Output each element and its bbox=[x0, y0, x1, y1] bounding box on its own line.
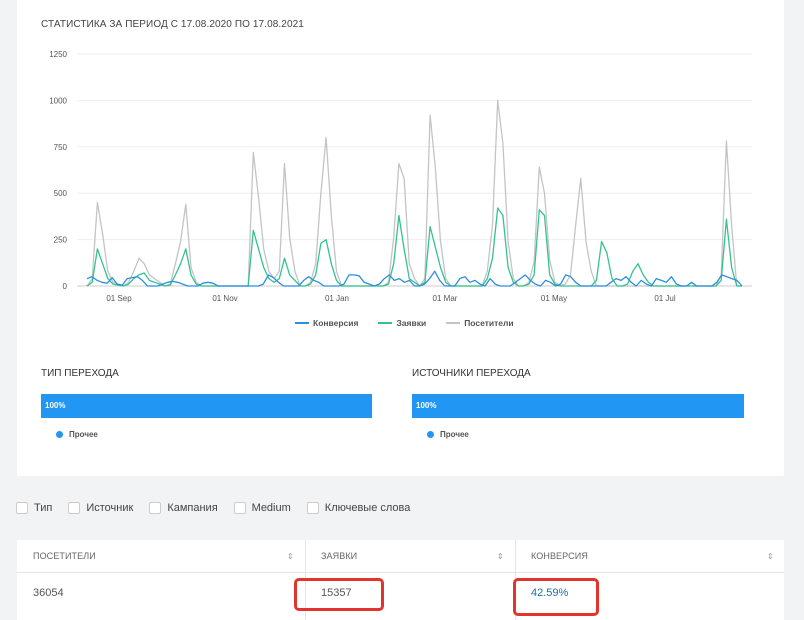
checkbox[interactable] bbox=[233, 502, 246, 514]
x-tick-label: 01 Jan bbox=[325, 294, 349, 303]
series-line-1 bbox=[86, 207, 742, 287]
filter-campaign[interactable]: Кампания bbox=[149, 502, 218, 514]
checkbox[interactable] bbox=[306, 502, 319, 514]
legend-dot-icon bbox=[427, 431, 434, 438]
x-tick-label: 01 Nov bbox=[212, 294, 237, 303]
filter-label: Medium bbox=[251, 502, 291, 514]
x-tick-label: 01 Jul bbox=[654, 294, 676, 303]
header-visitors[interactable]: ПОСЕТИТЕЛИ bbox=[17, 540, 305, 573]
header-label: ЗАЯВКИ bbox=[321, 551, 358, 561]
filter-label: Кампания bbox=[167, 502, 218, 514]
filter-checkboxes: Тип Источник Кампания Medium Ключевые сл… bbox=[16, 502, 410, 514]
filter-label: Источник bbox=[86, 502, 134, 514]
filter-medium[interactable]: Medium bbox=[233, 502, 291, 514]
header-requests[interactable]: ЗАЯВКИ bbox=[305, 540, 515, 573]
y-tick-label: 0 bbox=[63, 282, 68, 291]
y-tick-label: 500 bbox=[54, 189, 68, 198]
chart-legend: Конверсия Заявки Посетители bbox=[295, 318, 514, 328]
legend-item-visitors[interactable]: Посетители bbox=[446, 318, 514, 328]
filter-source[interactable]: Источник bbox=[68, 502, 133, 514]
transition-sources-title: ИСТОЧНИКИ ПЕРЕХОДА bbox=[412, 368, 531, 379]
filter-type[interactable]: Тип bbox=[16, 502, 52, 514]
transition-type-bar[interactable]: 100% bbox=[41, 394, 372, 418]
statistics-chart: 0 250 500 750 1000 1250 01 Sep 01 Nov 01 Jan 01 M… bbox=[49, 50, 752, 303]
y-tick-label: 250 bbox=[54, 236, 68, 245]
header-label: ПОСЕТИТЕЛИ bbox=[33, 551, 96, 561]
highlight-box-requests bbox=[294, 578, 384, 611]
transition-sources-legend-label: Прочее bbox=[440, 430, 469, 439]
checkbox[interactable] bbox=[149, 502, 162, 514]
sort-icon[interactable]: ⇕ bbox=[287, 540, 294, 573]
transition-type-legend-label: Прочее bbox=[69, 430, 98, 439]
transition-type-title: ТИП ПЕРЕХОДА bbox=[41, 368, 119, 379]
stats-table: ПОСЕТИТЕЛИ ⇕ ЗАЯВКИ ⇕ КОНВЕРСИЯ ⇕ 36054 … bbox=[17, 540, 784, 620]
checkbox[interactable] bbox=[16, 502, 28, 514]
transition-type-legend: Прочее bbox=[56, 430, 98, 439]
y-tick-label: 1250 bbox=[49, 50, 67, 59]
statistics-title: СТАТИСТИКА ЗА ПЕРИОД С 17.08.2020 ПО 17.… bbox=[41, 19, 304, 30]
legend-swatch bbox=[446, 322, 461, 324]
legend-label: Заявки bbox=[396, 318, 427, 328]
legend-dot-icon bbox=[56, 431, 63, 438]
header-label: КОНВЕРСИЯ bbox=[531, 551, 588, 561]
y-tick-label: 1000 bbox=[49, 96, 67, 105]
header-conversion[interactable]: КОНВЕРСИЯ bbox=[515, 540, 784, 573]
sort-icon[interactable]: ⇕ bbox=[497, 540, 504, 573]
x-tick-label: 01 Sep bbox=[106, 294, 132, 303]
transition-sources-bar[interactable]: 100% bbox=[412, 394, 744, 418]
checkbox[interactable] bbox=[68, 502, 81, 514]
statistics-card: СТАТИСТИКА ЗА ПЕРИОД С 17.08.2020 ПО 17.… bbox=[17, 0, 784, 476]
x-tick-label: 01 May bbox=[541, 294, 567, 303]
legend-label: Конверсия bbox=[313, 318, 359, 328]
legend-swatch bbox=[378, 322, 393, 324]
highlight-box-conversion bbox=[513, 578, 599, 616]
filter-keywords[interactable]: Ключевые слова bbox=[306, 502, 411, 514]
filter-label: Ключевые слова bbox=[324, 502, 411, 514]
legend-swatch bbox=[295, 322, 309, 324]
x-tick-label: 01 Mar bbox=[433, 294, 458, 303]
legend-label: Посетители bbox=[464, 318, 514, 328]
legend-item-conversion[interactable]: Конверсия bbox=[295, 318, 358, 328]
legend-item-requests[interactable]: Заявки bbox=[378, 318, 426, 328]
y-tick-label: 750 bbox=[54, 143, 68, 152]
transition-sources-legend: Прочее bbox=[427, 430, 469, 439]
cell-visitors: 36054 bbox=[33, 587, 64, 599]
sort-icon[interactable]: ⇕ bbox=[767, 540, 774, 573]
filter-label: Тип bbox=[34, 502, 53, 514]
